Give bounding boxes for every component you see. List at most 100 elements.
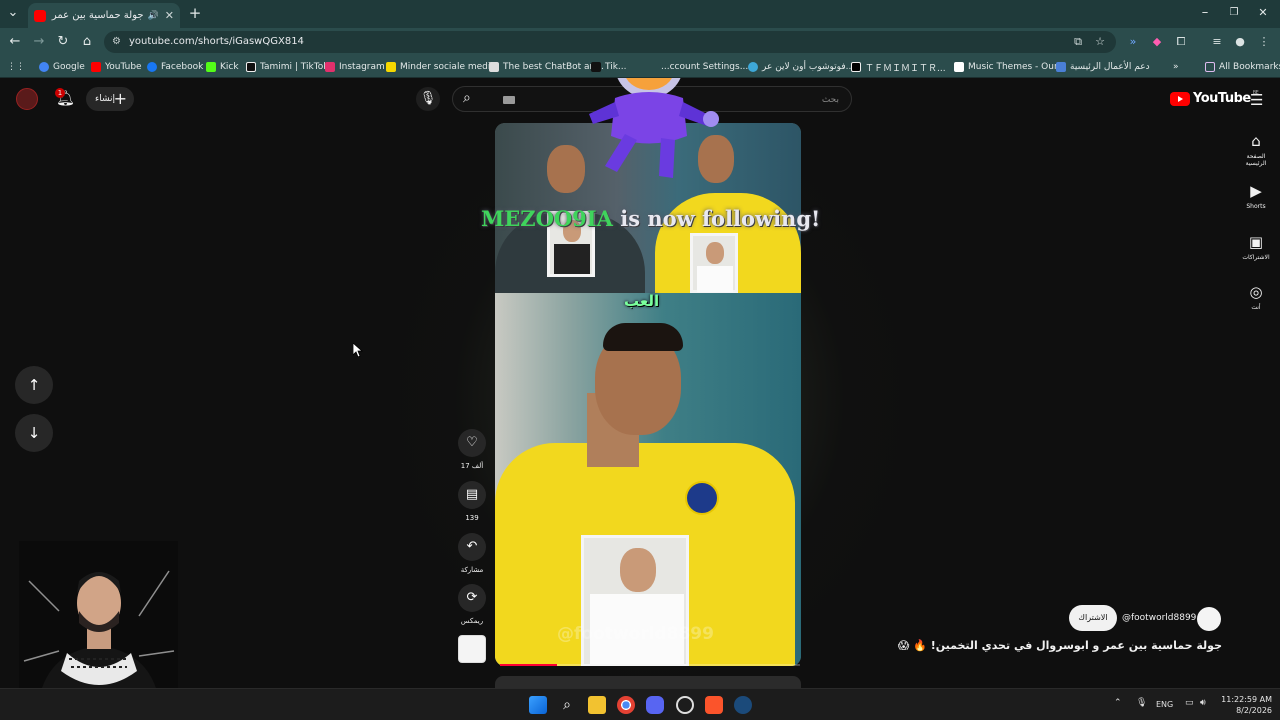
channel-handle[interactable]: @footworld8899 bbox=[1122, 613, 1196, 623]
comments-button[interactable]: ▤ 139 bbox=[457, 481, 487, 522]
you-icon: ◎ bbox=[1249, 283, 1263, 301]
bookmarks-overflow-icon[interactable]: » bbox=[1173, 60, 1179, 74]
create-button[interactable]: إنشاء + bbox=[86, 87, 134, 111]
astronaut-sticker bbox=[589, 78, 719, 178]
site-info-icon[interactable]: ⚙ bbox=[112, 31, 121, 53]
all-bookmarks[interactable]: All Bookmarks bbox=[1205, 60, 1280, 74]
install-app-icon[interactable]: ⧉ bbox=[1070, 34, 1086, 50]
like-button[interactable]: ♡ 17 ألف bbox=[457, 429, 487, 470]
tray-network-icon[interactable]: ▭ bbox=[1185, 698, 1194, 708]
club-crest bbox=[685, 481, 719, 515]
search-icon[interactable]: ⌕ bbox=[463, 90, 471, 106]
back-icon[interactable]: ← bbox=[6, 33, 24, 51]
clock-time: 11:22:59 AM bbox=[1221, 695, 1272, 704]
tab-close-icon[interactable]: ✕ bbox=[165, 9, 174, 22]
discord-icon[interactable] bbox=[646, 696, 664, 714]
windows-start-icon[interactable] bbox=[529, 696, 547, 714]
webcam-figure bbox=[19, 541, 178, 699]
like-count: 17 ألف bbox=[460, 462, 484, 470]
restore-icon[interactable]: ❐ bbox=[1225, 4, 1243, 22]
share-button[interactable]: ↶ مشاركة bbox=[457, 533, 487, 574]
home-browser-icon[interactable]: ⌂ bbox=[78, 33, 96, 51]
snapchat-icon bbox=[386, 62, 396, 72]
browser-tab-active[interactable]: جولة حماسية بين عمر و ابـ (1) 🔊 ✕ bbox=[28, 3, 180, 28]
previous-short-button[interactable]: ↑ bbox=[15, 366, 53, 404]
guide-item-you[interactable]: ◎ أنت bbox=[1236, 283, 1276, 311]
bookmark-item[interactable]: دعم الأعمال الرئيسية bbox=[1056, 60, 1150, 74]
brave-icon[interactable] bbox=[705, 696, 723, 714]
tiktok-icon bbox=[591, 62, 601, 72]
minimize-icon[interactable]: – bbox=[1196, 4, 1214, 22]
bookmark-item[interactable]: فوتوشوب أون لاين عر... bbox=[748, 60, 854, 74]
bookmark-item[interactable]: Tamimi | TikTok bbox=[246, 60, 328, 74]
remix-button[interactable]: ⟳ ريمكس bbox=[457, 584, 487, 625]
short-video-player[interactable] bbox=[495, 123, 801, 666]
bookmark-item[interactable]: Facebook bbox=[147, 60, 203, 74]
remix-icon: ⟳ bbox=[458, 584, 486, 612]
extensions-puzzle-icon[interactable]: ⧠ bbox=[1173, 34, 1189, 50]
music-themes-icon bbox=[954, 62, 964, 72]
bookmark-item[interactable]: Kick bbox=[206, 60, 239, 74]
window-close-icon[interactable]: ✕ bbox=[1254, 4, 1272, 22]
channel-avatar[interactable] bbox=[1197, 607, 1221, 631]
voice-search-mic-icon[interactable]: 🎙︎ bbox=[416, 87, 440, 111]
tray-overflow-icon[interactable]: ⌃ bbox=[1114, 698, 1122, 708]
taskbar-search-icon[interactable]: ⌕ bbox=[558, 696, 576, 714]
video-progress-bar[interactable] bbox=[500, 664, 800, 666]
held-photo-right bbox=[690, 233, 738, 293]
media-control-icon[interactable]: ≡ bbox=[1209, 34, 1225, 50]
bookmark-item[interactable]: Minder sociale medi... bbox=[386, 60, 499, 74]
bookmark-item[interactable]: Tik... bbox=[591, 60, 627, 74]
language-indicator[interactable]: ENG bbox=[1156, 700, 1173, 709]
forward-icon[interactable]: → bbox=[30, 33, 48, 51]
chrome-icon[interactable] bbox=[617, 696, 635, 714]
bookmark-item[interactable]: Instagram bbox=[325, 60, 385, 74]
video-title[interactable]: جولة حماسية بين عمر و ابوسروال في تحدي ا… bbox=[898, 639, 1222, 652]
channel-thumbnail[interactable] bbox=[458, 635, 486, 663]
search-placeholder: بحث bbox=[821, 95, 839, 105]
system-clock[interactable]: 11:22:59 AM 8/2/2026 bbox=[1216, 694, 1272, 716]
folder-icon bbox=[1205, 62, 1215, 72]
apps-grid-icon[interactable]: ⋮⋮ bbox=[7, 60, 25, 74]
bookmarks-bar: ⋮⋮ Google YouTube Facebook Kick Tamimi |… bbox=[0, 56, 1280, 78]
guide-item-home[interactable]: ⌂ الصفحة الرئيسية bbox=[1236, 132, 1276, 167]
keyboard-icon[interactable] bbox=[503, 96, 515, 104]
guide-item-shorts[interactable]: ▶ Shorts bbox=[1236, 182, 1276, 210]
bookmark-item[interactable]: The best ChatBot an... bbox=[489, 60, 604, 74]
bookmark-item[interactable]: Music Themes - Our... bbox=[954, 60, 1065, 74]
speaker-icon[interactable]: 🔊 bbox=[148, 11, 159, 21]
shorts-icon: ▶ bbox=[1250, 182, 1262, 200]
browser-menu-icon[interactable]: ⋮ bbox=[1256, 34, 1272, 50]
account-avatar[interactable] bbox=[16, 88, 38, 110]
next-short-button[interactable]: ↓ bbox=[15, 414, 53, 452]
bookmark-star-icon[interactable]: ☆ bbox=[1092, 34, 1108, 50]
meta-business-icon bbox=[1056, 62, 1066, 72]
file-explorer-icon[interactable] bbox=[588, 696, 606, 714]
subscribe-button[interactable]: الاشتراك bbox=[1069, 605, 1117, 631]
bookmark-item[interactable]: YouTube bbox=[91, 60, 142, 74]
instagram-icon bbox=[325, 62, 335, 72]
extension-audio-icon[interactable]: » bbox=[1125, 34, 1141, 50]
extension-shield-icon[interactable]: ◆ bbox=[1149, 34, 1165, 50]
new-tab-icon[interactable]: + bbox=[186, 4, 204, 22]
mouse-cursor-icon bbox=[353, 343, 363, 357]
reload-icon[interactable]: ↻ bbox=[54, 33, 72, 51]
obs-icon[interactable] bbox=[676, 696, 694, 714]
tray-mic-icon[interactable]: 🎙︎ bbox=[1136, 698, 1147, 708]
youtube-logo[interactable]: YouTube BE bbox=[1170, 90, 1259, 106]
hamburger-menu-icon[interactable]: ☰ bbox=[1250, 91, 1263, 109]
like-heart-icon: ♡ bbox=[458, 429, 486, 457]
next-short-preview bbox=[495, 676, 801, 688]
tab-search-icon[interactable]: ⌄ bbox=[4, 4, 22, 22]
bookmark-item[interactable]: ＴＦＭＩＭＩＴＲ... bbox=[851, 60, 946, 74]
address-bar[interactable]: ⚙ youtube.com/shorts/iGaswQGX814 bbox=[104, 31, 1116, 53]
bookmark-item[interactable]: Google bbox=[39, 60, 85, 74]
youtube-play-icon bbox=[1170, 91, 1190, 106]
profile-avatar-icon[interactable]: ● bbox=[1232, 34, 1248, 50]
steam-icon[interactable] bbox=[734, 696, 752, 714]
youtube-shorts-page: 🔔︎ 1 إنشاء + 🎙︎ ⌕ بحث YouTube BE ☰ ⌂ الصف… bbox=[0, 78, 1280, 688]
browser-toolbar: ← → ↻ ⌂ ⚙ youtube.com/shorts/iGaswQGX814… bbox=[0, 28, 1280, 56]
tray-volume-icon[interactable]: 🔊︎ bbox=[1200, 698, 1206, 708]
bookmark-item[interactable]: ...ccount Settings... bbox=[661, 60, 748, 74]
guide-item-subscriptions[interactable]: ▣ الاشتراكات bbox=[1236, 233, 1276, 261]
